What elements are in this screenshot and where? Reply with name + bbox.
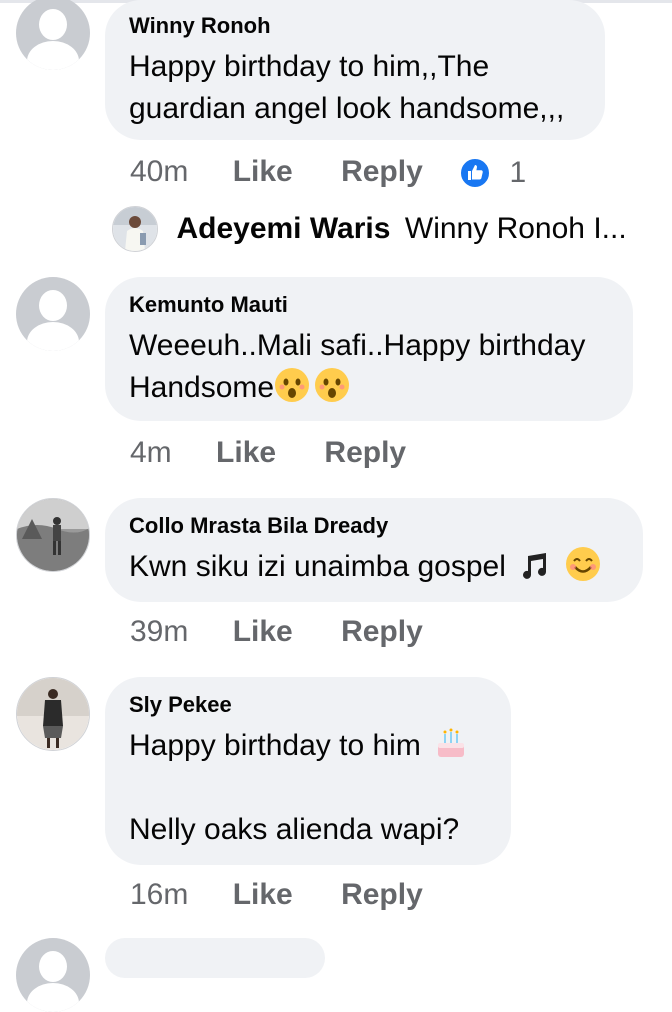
- comment-text: Weeeuh..Mali safi..Happy birthday: [129, 329, 586, 362]
- comment-actions: 4m Like Reply: [130, 435, 446, 470]
- reply-text: Winny Ronoh I...: [404, 212, 627, 245]
- comment-bubble[interactable]: Winny Ronoh Happy birthday to him,,The g…: [105, 0, 605, 140]
- comment-text-line: Kwn siku izi unaimba gospel: [129, 550, 506, 583]
- smiling-face-icon: [565, 547, 600, 581]
- reply-button[interactable]: Reply: [341, 155, 423, 189]
- comment-author[interactable]: Kemunto Mauti: [129, 291, 609, 319]
- avatar[interactable]: [16, 0, 90, 70]
- reply-preview[interactable]: Adeyemi Waris Winny Ronoh I...: [112, 206, 627, 252]
- birthday-cake-icon: [438, 728, 465, 757]
- astonished-face-icon: [275, 368, 310, 402]
- comment-author[interactable]: Winny Ronoh: [129, 12, 581, 40]
- avatar[interactable]: [16, 498, 90, 572]
- comment-text: Nelly oaks alienda wapi?: [129, 813, 460, 846]
- comment-time[interactable]: 39m: [130, 615, 188, 649]
- like-button[interactable]: Like: [216, 436, 276, 470]
- comment-bubble[interactable]: Collo Mrasta Bila Dready Kwn siku izi un…: [105, 498, 643, 602]
- reply-button[interactable]: Reply: [341, 878, 423, 912]
- comment-text-line: Handsome: [129, 371, 275, 404]
- comment-text: Happy birthday to him: [129, 725, 487, 767]
- reply-avatar[interactable]: [112, 206, 158, 252]
- comment-text: Happy birthday to him,,The: [129, 50, 490, 83]
- comment-actions: 39m Like Reply: [130, 614, 463, 649]
- comment-bubble[interactable]: [105, 938, 325, 978]
- reaction-count: 1: [509, 155, 527, 189]
- like-button[interactable]: Like: [233, 878, 293, 912]
- comment-bubble[interactable]: Kemunto Mauti Weeeuh..Mali safi..Happy b…: [105, 277, 633, 421]
- reply-button[interactable]: Reply: [341, 615, 423, 649]
- comment-text: guardian angel look handsome,,,: [129, 92, 565, 125]
- reply-button[interactable]: Reply: [324, 436, 406, 470]
- comment-bubble[interactable]: Sly Pekee Happy birthday to him Nelly oa…: [105, 677, 511, 865]
- comment-text-line: Happy birthday to him: [129, 729, 421, 762]
- comment-time[interactable]: 40m: [130, 155, 188, 189]
- music-note-icon: [523, 553, 547, 579]
- comment-time[interactable]: 16m: [130, 878, 188, 912]
- astonished-face-icon: [315, 368, 350, 402]
- comment-text: Kwn siku izi unaimba gospel: [129, 546, 619, 588]
- comment-actions: 40m Like Reply 1: [130, 154, 526, 190]
- avatar[interactable]: [16, 938, 90, 1012]
- thumbs-up-icon: [459, 156, 492, 189]
- reaction-summary[interactable]: 1: [459, 155, 526, 190]
- comment-author[interactable]: Collo Mrasta Bila Dready: [129, 512, 619, 540]
- like-button[interactable]: Like: [233, 615, 293, 649]
- comment-time[interactable]: 4m: [130, 436, 172, 470]
- avatar[interactable]: [16, 277, 90, 351]
- comment-actions: 16m Like Reply: [130, 877, 463, 912]
- comment-author[interactable]: Sly Pekee: [129, 691, 487, 719]
- comment-text: Handsome: [129, 367, 609, 409]
- like-button[interactable]: Like: [233, 155, 293, 189]
- avatar[interactable]: [16, 677, 90, 751]
- reply-author[interactable]: Adeyemi Waris: [176, 212, 390, 245]
